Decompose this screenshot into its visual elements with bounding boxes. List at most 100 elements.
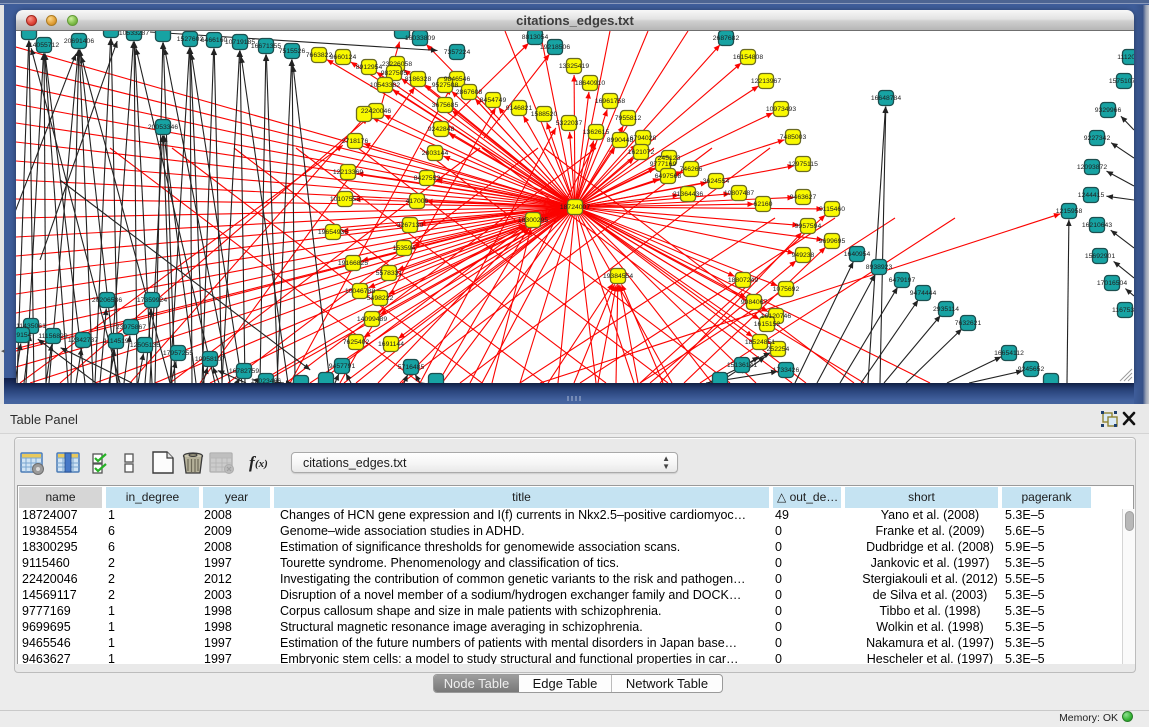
svg-text:8427552: 8427552 (414, 175, 441, 182)
svg-text:10046788: 10046788 (345, 288, 375, 295)
svg-text:7357224: 7357224 (444, 49, 471, 56)
svg-text:12213967: 12213967 (751, 78, 781, 85)
svg-text:16210643: 16210643 (1082, 222, 1112, 229)
svg-text:18724007: 18724007 (560, 204, 590, 211)
svg-text:10543382: 10543382 (370, 82, 400, 89)
svg-text:5578331: 5578331 (376, 270, 403, 277)
svg-text:9957594: 9957594 (795, 223, 822, 230)
svg-text:1075692: 1075692 (773, 286, 800, 293)
svg-text:8186328: 8186328 (405, 76, 432, 83)
svg-text:9457791: 9457791 (329, 363, 356, 370)
svg-text:10958107: 10958107 (195, 356, 225, 363)
svg-text:17016504: 17016504 (1097, 280, 1127, 287)
svg-text:10107553: 10107553 (330, 196, 360, 203)
svg-text:10973493: 10973493 (766, 106, 796, 113)
svg-text:8813054: 8813054 (522, 34, 549, 41)
svg-text:9474444: 9474444 (910, 290, 937, 297)
svg-text:7625402: 7625402 (343, 339, 370, 346)
svg-text:6794028: 6794028 (630, 135, 657, 142)
svg-text:19218506: 19218506 (540, 44, 570, 51)
svg-text:417006: 417006 (406, 198, 429, 205)
svg-text:1733426: 1733426 (773, 367, 800, 374)
svg-text:746266: 746266 (680, 166, 703, 173)
svg-text:11435061: 11435061 (16, 323, 46, 330)
svg-text:9527508: 9527508 (432, 82, 459, 89)
svg-text:949238: 949238 (792, 252, 815, 259)
svg-text:13325419: 13325419 (559, 63, 589, 70)
svg-text:8912954: 8912954 (356, 64, 383, 71)
svg-text:9827505: 9827505 (381, 70, 408, 77)
svg-text:1588520: 1588520 (531, 111, 558, 118)
svg-text:62160: 62160 (754, 201, 773, 208)
svg-text:16648784: 16648784 (871, 95, 901, 102)
svg-text:7485003: 7485003 (780, 134, 807, 141)
svg-text:2687682: 2687682 (713, 35, 740, 42)
svg-text:18300295: 18300295 (518, 217, 548, 224)
svg-text:9777169: 9777169 (650, 161, 677, 168)
svg-text:17957255: 17957255 (163, 350, 193, 357)
svg-text:9242848: 9242848 (428, 126, 455, 133)
svg-text:39154: 39154 (16, 332, 32, 339)
svg-text:16154808: 16154808 (733, 54, 763, 61)
svg-text:22420046: 22420046 (361, 108, 391, 115)
svg-text:16782759: 16782759 (229, 368, 259, 375)
svg-text:1215958: 1215958 (1056, 208, 1083, 215)
svg-text:16671355: 16671355 (251, 43, 281, 50)
svg-text:9227342: 9227342 (1084, 135, 1111, 142)
svg-text:12023466: 12023466 (251, 378, 281, 383)
svg-text:7632621: 7632621 (955, 320, 982, 327)
svg-text:12342737: 12342737 (68, 337, 98, 344)
svg-text:18524851: 18524851 (745, 339, 775, 346)
svg-text:8938923: 8938923 (866, 264, 893, 271)
svg-text:2935114: 2935114 (933, 306, 959, 313)
svg-text:7515526: 7515526 (279, 48, 306, 55)
svg-text:19654935: 19654935 (318, 229, 348, 236)
svg-text:20053346: 20053346 (148, 124, 178, 131)
svg-text:9329966: 9329966 (1095, 107, 1122, 114)
svg-text:10807487: 10807487 (724, 190, 754, 197)
svg-text:2718176: 2718176 (342, 138, 369, 145)
svg-text:15751074: 15751074 (1109, 78, 1134, 85)
svg-text:9146821: 9146821 (506, 105, 533, 112)
svg-text:5498222: 5498222 (367, 295, 394, 302)
svg-text:252254: 252254 (767, 346, 790, 353)
svg-text:2803144: 2803144 (422, 150, 449, 157)
svg-text:153594: 153594 (393, 245, 416, 252)
svg-text:16654112: 16654112 (994, 350, 1024, 357)
svg-text:14099489: 14099489 (357, 316, 387, 323)
svg-text:18807249: 18807249 (728, 277, 758, 284)
svg-text:1112004: 1112004 (1117, 54, 1134, 61)
svg-text:6466160: 6466160 (201, 37, 228, 44)
svg-text:1640954: 1640954 (844, 251, 871, 258)
svg-text:19166825: 19166825 (338, 260, 368, 267)
svg-text:1244415: 1244415 (1078, 192, 1105, 199)
svg-text:8454749: 8454749 (480, 97, 507, 104)
svg-text:12093872: 12093872 (1077, 164, 1107, 171)
svg-text:2867608: 2867608 (456, 89, 483, 96)
svg-text:20206536: 20206536 (92, 297, 122, 304)
svg-text:7955812: 7955812 (615, 115, 642, 122)
svg-text:17359924: 17359924 (137, 297, 167, 304)
svg-text:5716485: 5716485 (398, 364, 425, 371)
svg-text:21364436: 21364436 (673, 191, 703, 198)
svg-text:23226058: 23226058 (382, 61, 412, 68)
svg-text:7663822: 7663822 (306, 52, 333, 59)
svg-text:3624554: 3624554 (703, 178, 730, 185)
svg-text:23975867: 23975867 (116, 324, 146, 331)
svg-text:9084067: 9084067 (741, 299, 768, 306)
svg-text:1114519: 1114519 (103, 338, 129, 345)
svg-text:12213369: 12213369 (333, 169, 363, 176)
svg-text:10533287: 10533287 (119, 31, 149, 37)
svg-text:9660124: 9660124 (330, 54, 357, 61)
svg-text:1362615: 1362615 (583, 129, 610, 136)
svg-text:6479197: 6479197 (889, 277, 916, 284)
svg-text:18640910: 18640910 (575, 80, 605, 87)
svg-text:1527602: 1527602 (177, 36, 204, 43)
svg-text:6497568: 6497568 (655, 173, 682, 180)
svg-text:15136141: 15136141 (727, 362, 757, 369)
svg-text:1621072: 1621072 (628, 149, 655, 156)
svg-text:16961758: 16961758 (595, 98, 625, 105)
svg-text:19384554: 19384554 (603, 273, 633, 280)
svg-text:12505135: 12505135 (130, 342, 160, 349)
svg-text:9699695: 9699695 (819, 238, 846, 245)
